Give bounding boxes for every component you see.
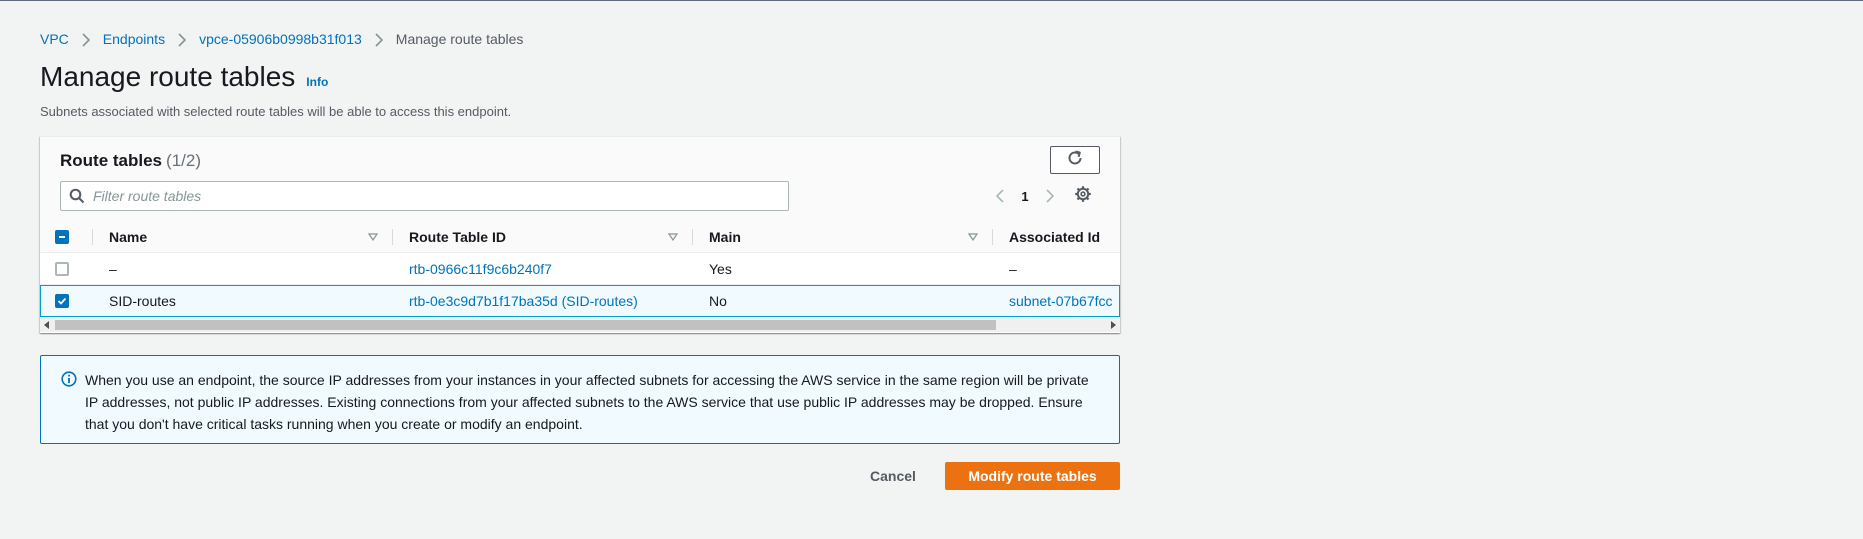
row-route-table-id: rtb-0e3c9d7b1f17ba35d (SID-routes) [409,286,638,316]
column-header-route-table-id[interactable]: Route Table ID [409,221,506,252]
column-header-main[interactable]: Main [709,221,741,252]
column-divider [392,229,393,245]
chevron-left-icon[interactable] [988,184,1012,208]
info-alert: When you use an endpoint, the source IP … [40,355,1120,444]
column-header-name[interactable]: Name [109,221,147,252]
info-link[interactable]: Info [306,75,328,89]
route-tables-container: Route tables(1/2) 1 [40,136,1120,333]
scrollbar-thumb[interactable] [55,320,996,330]
select-all-checkbox[interactable] [55,229,69,244]
table-preferences-button[interactable] [1070,183,1096,209]
pagination: 1 [988,184,1062,208]
row-select-cell [52,286,72,316]
scroll-left-arrow-icon[interactable] [40,318,54,332]
sort-caret-icon[interactable] [668,221,678,252]
row-checkbox[interactable] [55,261,69,276]
row-associated-id: – [1009,260,1017,277]
chevron-right-icon [362,31,396,47]
table-header: Route tables(1/2) 1 [40,137,1120,222]
refresh-icon [1066,149,1084,172]
row-main: Yes [709,260,732,277]
table-title: Route tables (1/2) [60,151,201,171]
cancel-button[interactable]: Cancel [858,462,928,490]
column-divider [92,229,93,245]
page-title: Manage route tables [40,61,296,92]
modify-route-tables-button[interactable]: Modify route tables [945,462,1120,490]
sort-caret-icon[interactable] [368,221,378,252]
breadcrumb-endpoint-id-link[interactable]: vpce-05906b0998b31f013 [199,31,362,47]
filter-input[interactable] [93,188,773,204]
table-row[interactable]: – rtb-0966c11f9c6b240f7 Yes – [40,253,1120,285]
alert-message: When you use an endpoint, the source IP … [85,372,1089,432]
page-description: Subnets associated with selected route t… [40,104,512,119]
chevron-right-icon [69,31,103,47]
page-number[interactable]: 1 [1012,189,1038,204]
refresh-button[interactable] [1050,146,1100,174]
row-route-table-id: rtb-0966c11f9c6b240f7 [409,253,552,284]
route-tables-table: Name Route Table ID Main Associated Id – [40,221,1120,334]
breadcrumb: VPC Endpoints vpce-05906b0998b31f013 Man… [40,29,523,49]
row-associated-id: subnet-07b67fcc [1009,286,1113,316]
sort-caret-icon[interactable] [968,221,978,252]
row-main: No [709,293,727,309]
associated-subnet-link[interactable]: subnet-07b67fcc [1009,293,1113,309]
page-header: Manage route tables Info [40,61,328,93]
horizontal-scrollbar[interactable] [40,318,1120,332]
breadcrumb-current: Manage route tables [395,31,524,47]
breadcrumb-endpoints-link[interactable]: Endpoints [103,31,165,47]
chevron-right-icon[interactable] [1038,184,1062,208]
table-selection-count: (1/2) [166,151,201,170]
chevron-right-icon [165,31,199,47]
select-all-cell [52,221,72,252]
route-table-id-link[interactable]: rtb-0e3c9d7b1f17ba35d (SID-routes) [409,293,638,309]
row-select-cell [52,253,72,284]
table-title-text: Route tables [60,151,163,170]
info-icon [61,371,77,392]
column-divider [992,229,993,245]
filter-route-tables [60,181,789,211]
row-name: SID-routes [109,293,176,309]
gear-icon [1074,185,1092,208]
table-row-selected[interactable]: SID-routes rtb-0e3c9d7b1f17ba35d (SID-ro… [40,285,1120,317]
row-name: – [109,260,117,277]
route-table-id-link[interactable]: rtb-0966c11f9c6b240f7 [409,261,552,277]
search-icon [61,188,93,204]
row-checkbox[interactable] [55,294,69,308]
breadcrumb-vpc-link[interactable]: VPC [40,31,69,47]
scroll-right-arrow-icon[interactable] [1106,318,1120,332]
column-header-associated-id[interactable]: Associated Id [1009,221,1100,252]
table-header-row: Name Route Table ID Main Associated Id [40,221,1120,253]
column-divider [692,229,693,245]
